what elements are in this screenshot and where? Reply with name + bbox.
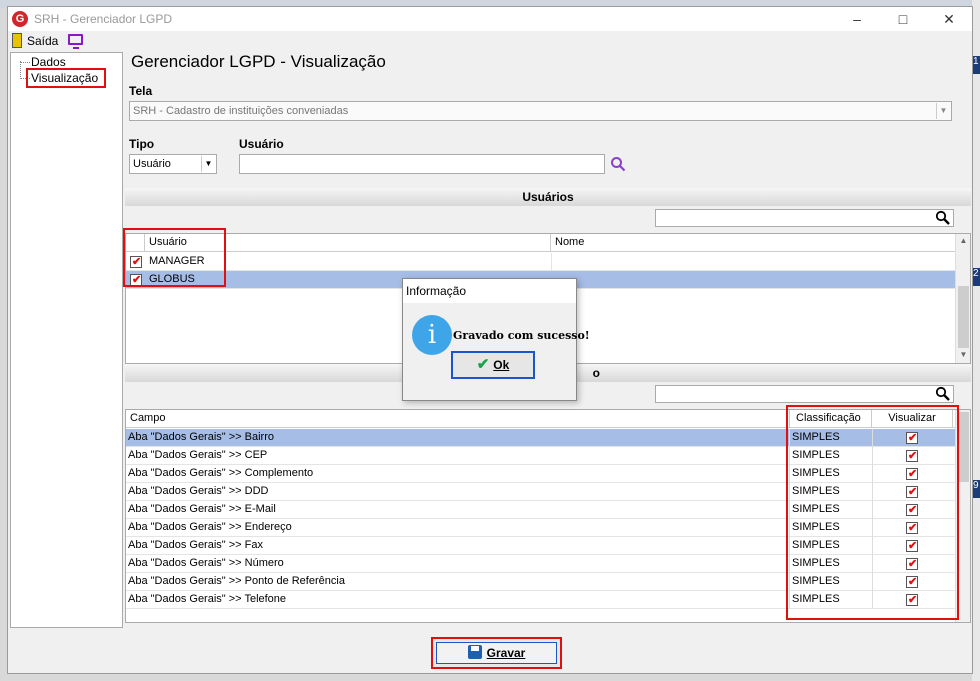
users-table-header: Usuário Nome (126, 234, 955, 252)
usuario-label: Usuário (239, 137, 284, 151)
fields-search-input[interactable] (655, 385, 954, 403)
chevron-down-icon: ▼ (201, 156, 215, 172)
floppy-disk-icon (467, 645, 482, 659)
dialog-message: Gravado com sucesso! (453, 329, 590, 342)
scroll-down-icon[interactable]: ▼ (956, 348, 971, 362)
background-edge-tag: 9 (973, 480, 980, 498)
usuario-input[interactable] (239, 154, 605, 174)
app-logo-icon: G (12, 11, 28, 27)
table-row[interactable]: MANAGER (126, 253, 955, 271)
background-app-edge (972, 0, 980, 681)
scroll-thumb[interactable] (958, 286, 969, 348)
tree-item-dados[interactable]: Dados (31, 55, 66, 69)
toolbar: Saída (8, 31, 972, 51)
save-button[interactable]: Gravar (436, 642, 557, 664)
exit-button[interactable]: Saída (27, 34, 58, 48)
search-icon[interactable] (935, 210, 951, 226)
info-dialog: Informação i Gravado com sucesso! ✔ Ok (402, 278, 590, 401)
tela-select[interactable]: SRH - Cadastro de instituições conveniad… (129, 101, 952, 121)
row-campo: Aba "Dados Gerais" >> E-Mail (128, 503, 276, 515)
background-edge-tag: 2 (973, 268, 980, 286)
tela-select-value: SRH - Cadastro de instituições conveniad… (133, 105, 349, 117)
row-nome (551, 253, 955, 271)
scroll-thumb[interactable] (958, 412, 969, 482)
save-button-highlight: Gravar (431, 637, 562, 669)
highlight-box (26, 68, 106, 88)
users-scrollbar[interactable]: ▲ ▼ (955, 234, 970, 363)
dialog-title: Informação (403, 279, 576, 303)
search-icon[interactable] (935, 386, 951, 402)
row-nome (551, 271, 955, 289)
exit-door-icon[interactable] (12, 33, 22, 48)
row-campo: Aba "Dados Gerais" >> Ponto de Referênci… (128, 575, 345, 587)
users-search-input[interactable] (655, 209, 954, 227)
highlight-box (786, 405, 959, 620)
row-campo: Aba "Dados Gerais" >> Fax (128, 539, 263, 551)
scroll-up-icon[interactable]: ▲ (956, 234, 971, 248)
monitor-icon[interactable] (68, 34, 83, 49)
row-campo: Aba "Dados Gerais" >> Número (128, 557, 284, 569)
row-campo: Aba "Dados Gerais" >> Endereço (128, 521, 292, 533)
window-title: SRH - Gerenciador LGPD (34, 12, 173, 26)
header-cell-campo[interactable]: Campo (126, 410, 789, 428)
tree-connector (20, 62, 30, 63)
save-button-label: Gravar (486, 646, 526, 660)
chevron-down-icon: ▼ (936, 103, 950, 119)
row-campo: Aba "Dados Gerais" >> CEP (128, 449, 268, 461)
tipo-select[interactable]: Usuário ▼ (129, 154, 217, 174)
users-section-header: Usuários (125, 188, 971, 206)
title-bar: G SRH - Gerenciador LGPD – □ ✕ (8, 7, 972, 31)
checkmark-icon: ✔ (476, 356, 490, 373)
minimize-button[interactable]: – (834, 7, 880, 31)
header-cell-nome[interactable]: Nome (551, 234, 955, 252)
ok-button[interactable]: ✔ Ok (451, 351, 535, 379)
row-campo: Aba "Dados Gerais" >> Bairro (128, 431, 274, 443)
highlight-box (123, 228, 226, 287)
ok-button-label: Ok (493, 358, 510, 372)
close-button[interactable]: ✕ (926, 7, 972, 31)
background-edge-tag: 1 (973, 56, 980, 74)
maximize-button[interactable]: □ (880, 7, 926, 31)
row-campo: Aba "Dados Gerais" >> Telefone (128, 593, 287, 605)
search-icon[interactable] (610, 156, 626, 172)
tipo-label: Tipo (129, 137, 155, 151)
row-campo: Aba "Dados Gerais" >> Complemento (128, 467, 314, 479)
page-title: Gerenciador LGPD - Visualização (131, 52, 386, 71)
row-campo: Aba "Dados Gerais" >> DDD (128, 485, 269, 497)
tree-connector (20, 61, 21, 79)
tela-label: Tela (129, 84, 153, 98)
tipo-select-value: Usuário (133, 158, 171, 170)
navigation-tree: Dados Visualização (10, 52, 123, 628)
info-icon: i (412, 315, 452, 355)
